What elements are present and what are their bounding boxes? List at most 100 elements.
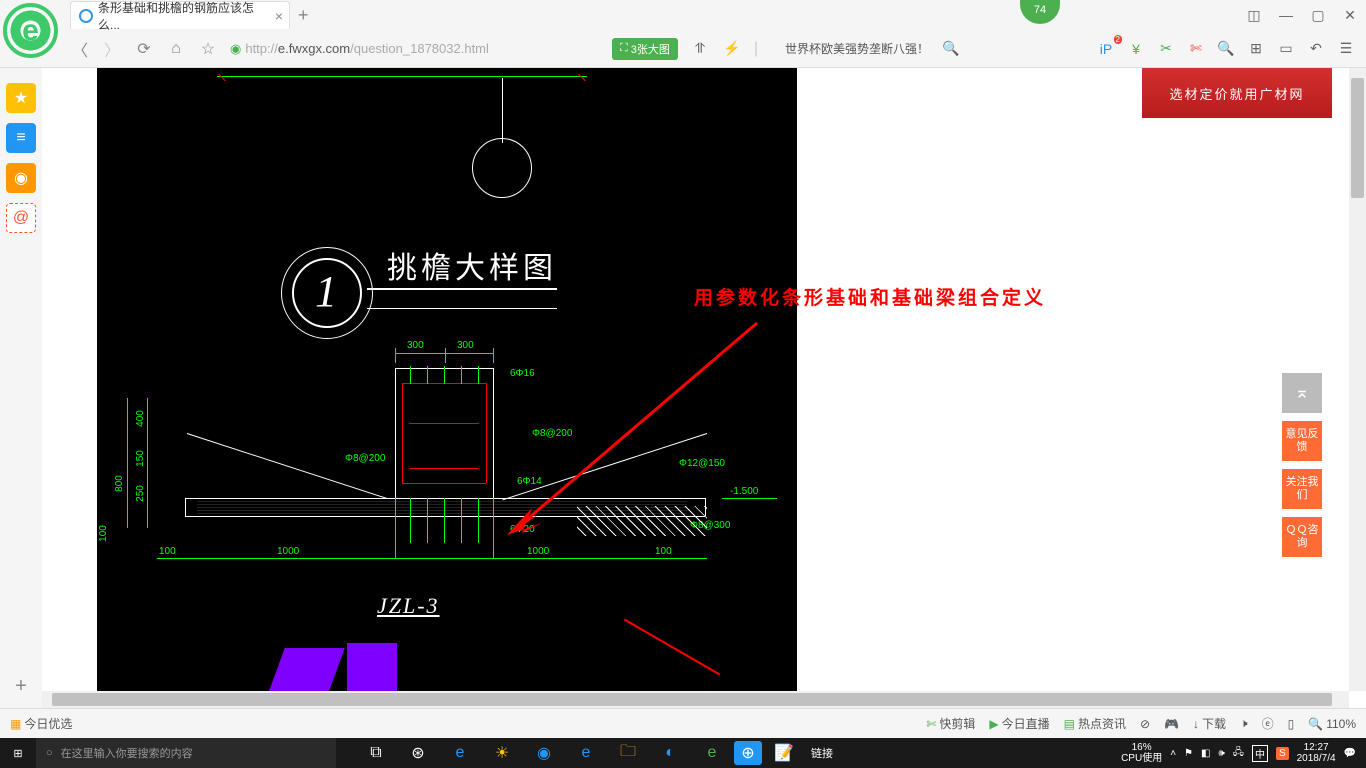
cad-shape (259, 648, 344, 691)
mail-icon[interactable]: @ (6, 203, 36, 233)
ext1-icon[interactable]: iP2 (1096, 39, 1116, 59)
vertical-scrollbar[interactable] (1349, 68, 1366, 691)
cpu-meter[interactable]: 16% CPU使用 (1121, 742, 1162, 764)
qq-icon[interactable]: ◐ (650, 738, 690, 768)
cad-dim-ext (445, 348, 446, 363)
undo-icon[interactable]: ↶ (1306, 39, 1326, 59)
close-button[interactable]: ✕ (1334, 0, 1366, 30)
cad-shape (347, 643, 397, 691)
news-icon[interactable]: ≡ (6, 123, 36, 153)
scroll-thumb[interactable] (1351, 78, 1364, 198)
news-icon: ▤ (1064, 717, 1075, 731)
cad-ext (461, 498, 462, 543)
share-icon[interactable]: ⥣ (690, 39, 710, 59)
apps-icon[interactable]: ⊞ (1246, 39, 1266, 59)
horizontal-scrollbar[interactable] (42, 691, 1349, 708)
volume-icon[interactable]: 🕪 (1218, 748, 1224, 759)
skin-icon[interactable]: ◫ (1238, 0, 1270, 30)
feedback-button[interactable]: 意见反馈 (1282, 421, 1322, 461)
browser-tab[interactable]: 条形基础和挑檐的钢筋应该怎么... × (70, 1, 290, 29)
zoom-label[interactable]: 🔍110% (1308, 717, 1356, 731)
new-tab-button[interactable]: + (298, 5, 309, 26)
cad-gridline (217, 76, 587, 77)
forward-button[interactable]: 〉 (102, 39, 122, 59)
screenshot-icon[interactable]: ✂ (1156, 39, 1176, 59)
taskbar-search[interactable]: ○ 在这里输入你要搜索的内容 (36, 738, 336, 768)
taskview-icon[interactable]: ⧉ (356, 738, 396, 768)
network-icon[interactable]: 🖧 (1233, 745, 1244, 762)
close-icon[interactable]: × (275, 8, 283, 24)
link-label[interactable]: 链接 (806, 738, 838, 768)
hot-search[interactable]: 世界杯欧美强势垄断八强！ (785, 40, 929, 57)
back-button[interactable]: 〈 (70, 39, 90, 59)
search-icon[interactable]: 🔍 (941, 39, 961, 59)
notifications-icon[interactable]: 💬 (1344, 748, 1356, 759)
expand-icon: ⛶ (620, 42, 628, 55)
kuaijianji[interactable]: ✄快剪辑 (926, 715, 975, 732)
ad-banner[interactable]: 选材定价就用广材网 (1142, 68, 1332, 118)
url-input[interactable]: ◉ http:// e.fwxgx.com /question_1878032.… (230, 41, 600, 57)
star-button[interactable]: ☆ (198, 39, 218, 59)
ie-mode-icon[interactable]: ⓔ (1262, 715, 1274, 732)
url-domain: e.fwxgx.com (278, 41, 350, 56)
cad-grid-bubble (472, 138, 532, 198)
url-prefix: http:// (245, 41, 278, 56)
hot-news[interactable]: ▤热点资讯 (1064, 715, 1126, 732)
firefox-icon[interactable]: ◉ (524, 738, 564, 768)
bigimage-button[interactable]: ⛶ 3张大图 (612, 38, 678, 60)
reload-button[interactable]: ⟳ (134, 39, 154, 59)
sogou-icon[interactable]: S (1276, 747, 1289, 760)
add-sidebar-button[interactable]: + (15, 675, 27, 698)
cad-rebar (409, 423, 479, 424)
address-bar: 〈 〉 ⟳ ⌂ ☆ ◉ http:// e.fwxgx.com /questio… (0, 30, 1366, 68)
cad-dim-text: 1000 (527, 546, 549, 557)
clock[interactable]: 12:27 2018/7/4 (1297, 742, 1336, 764)
tray-icon[interactable]: ◧ (1201, 748, 1210, 759)
start-button[interactable]: ⊞ (0, 738, 36, 768)
gamepad-icon[interactable]: 🎮 (1164, 717, 1179, 731)
app-icon[interactable]: ⊛ (398, 738, 438, 768)
split-icon[interactable]: ▯ (1288, 717, 1295, 731)
minimize-button[interactable]: — (1270, 0, 1302, 30)
block-icon[interactable]: ⊘ (1140, 717, 1150, 731)
weibo-icon[interactable]: ◉ (6, 163, 36, 193)
notification-badge[interactable]: 74 (1020, 0, 1060, 24)
reader-icon[interactable]: ▭ (1276, 39, 1296, 59)
follow-button[interactable]: 关注我们 (1282, 469, 1322, 509)
bolt-icon[interactable]: ⚡ (722, 39, 742, 59)
cad-tick (478, 366, 479, 384)
browser-logo[interactable] (3, 3, 58, 58)
cad-dim (157, 558, 707, 559)
search2-icon[interactable]: 🔍 (1216, 39, 1236, 59)
page-content: 选材定价就用广材网 1 挑檐大样图 300 300 (42, 68, 1366, 708)
titlebar: 条形基础和挑檐的钢筋应该怎么... × + 74 ◫ — ▢ ✕ (0, 0, 1366, 30)
cad-dim-text: 300 (457, 340, 474, 351)
explorer-icon[interactable]: 🗀 (608, 738, 648, 768)
wallet-icon[interactable]: ¥ (1126, 39, 1146, 59)
ie-icon[interactable]: e (566, 738, 606, 768)
ime-icon[interactable]: 中 (1252, 745, 1268, 762)
mute-icon[interactable]: 🕨 (1240, 716, 1248, 731)
menu-icon[interactable]: ☰ (1336, 39, 1356, 59)
gift-icon: ▦ (10, 717, 21, 731)
live-today[interactable]: ▶今日直播 (989, 715, 1049, 732)
app3-icon[interactable]: ⊕ (734, 741, 762, 765)
download-button[interactable]: ↓下载 (1193, 715, 1226, 732)
scroll-thumb[interactable] (52, 693, 1332, 706)
notes-icon[interactable]: 📝 (764, 738, 804, 768)
edge-icon[interactable]: e (440, 738, 480, 768)
cad-dim-ext (493, 348, 494, 363)
tray-up-icon[interactable]: ˄ (1170, 748, 1176, 759)
scroll-top-button[interactable]: ⌅ (1282, 373, 1322, 413)
toolbar-right: iP2 ¥ ✂ ✄ 🔍 ⊞ ▭ ↶ ☰ (1096, 39, 1366, 59)
tray-icon[interactable]: ⚑ (1184, 748, 1193, 759)
today-picks[interactable]: ▦今日优选 (10, 715, 72, 732)
home-button[interactable]: ⌂ (166, 39, 186, 59)
app2-icon[interactable]: ☀ (482, 738, 522, 768)
qq-button[interactable]: ＱＱ咨询 (1282, 517, 1322, 557)
cut-icon[interactable]: ✄ (1186, 39, 1206, 59)
cad-tick (578, 74, 586, 82)
360-icon[interactable]: e (692, 738, 732, 768)
maximize-button[interactable]: ▢ (1302, 0, 1334, 30)
favorites-icon[interactable]: ★ (6, 83, 36, 113)
